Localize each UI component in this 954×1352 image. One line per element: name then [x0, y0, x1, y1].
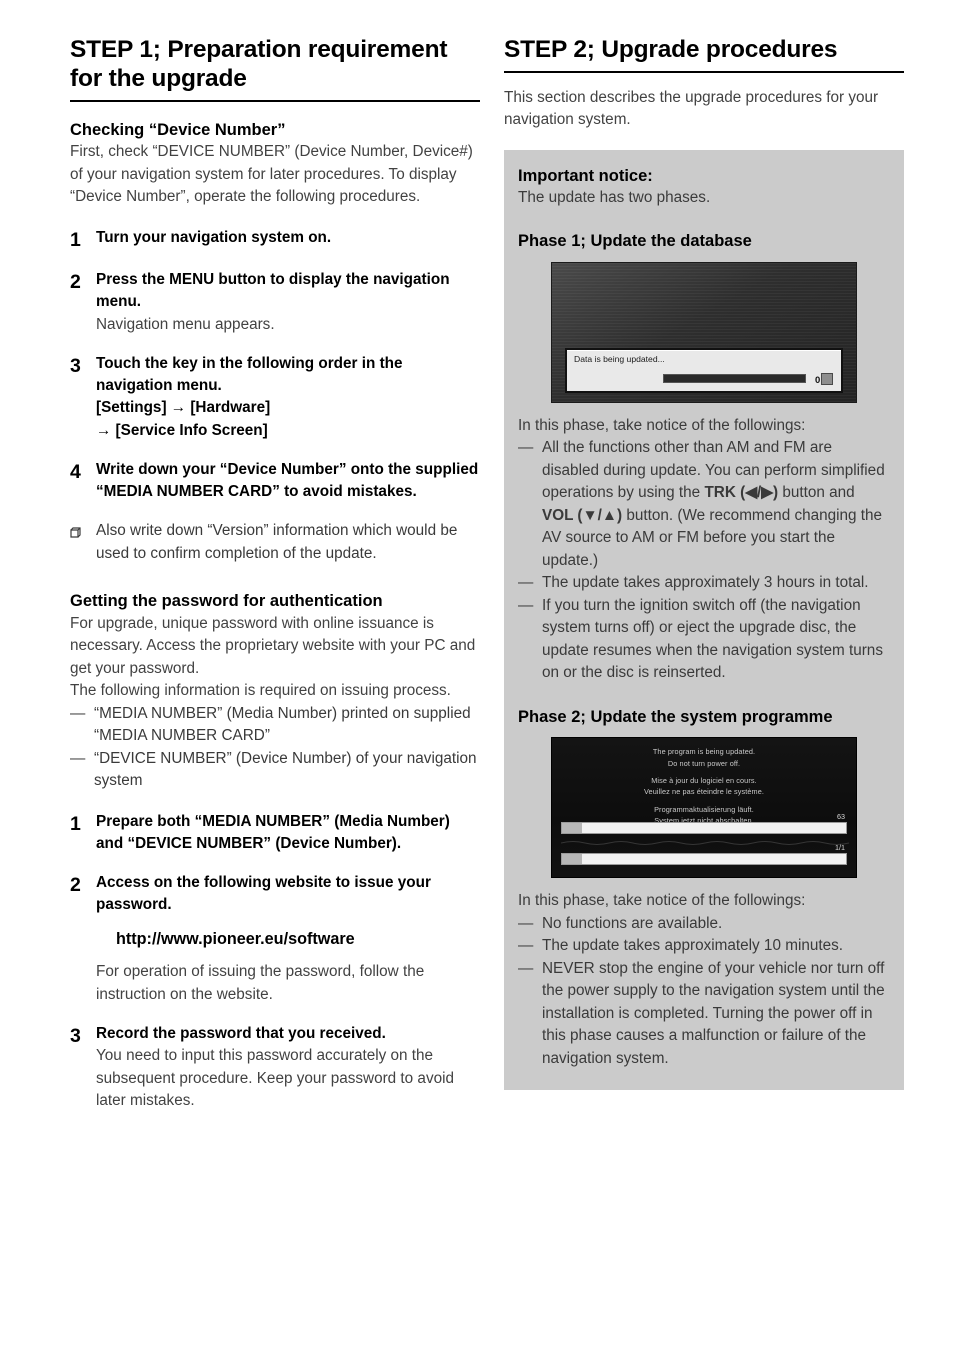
step-heading: Turn your navigation system on. — [96, 228, 332, 246]
left-column: STEP 1; Preparation requirement for the … — [70, 36, 480, 1352]
list-item: 4 Write down your “Device Number” onto t… — [70, 459, 480, 503]
update-dialog: Data is being updated... 0 % — [565, 347, 843, 393]
document-page: STEP 1; Preparation requirement for the … — [0, 0, 954, 1352]
phase1-heading: Phase 1; Update the database — [518, 232, 752, 251]
list-item-text: “DEVICE NUMBER” (Device Number) of your … — [94, 749, 477, 790]
trk-button-label: TRK (◀/▶) — [704, 484, 779, 502]
step2-title: STEP 2; Upgrade procedures — [504, 36, 838, 63]
list-item-text: If you turn the ignition switch off (the… — [542, 596, 883, 682]
step-heading: Press the MENU button to display the nav… — [96, 271, 450, 311]
device-number-steps: 1 Turn your navigation system on. 2 Pres… — [70, 227, 480, 565]
screen-line-en-2: Do not turn power off. — [667, 758, 741, 768]
checking-device-number-intro: First, check “DEVICE NUMBER” (Device Num… — [70, 143, 473, 206]
important-notice-lead: The update has two phases. — [518, 188, 711, 206]
list-item: 1 Prepare both “MEDIA NUMBER” (Media Num… — [70, 811, 480, 855]
checking-device-number-heading: Checking “Device Number” — [70, 120, 286, 139]
phase2-progress-bar-2 — [561, 853, 847, 866]
vol-button-label: VOL (▼/▲) — [542, 506, 623, 524]
list-item: 2 Press the MENU button to display the n… — [70, 269, 480, 336]
list-item: 3 Record the password that you received.… — [70, 1023, 480, 1113]
dash-mark: — — [518, 439, 534, 457]
pioneer-software-url[interactable]: http://www.pioneer.eu/software — [116, 930, 480, 949]
step-number: 1 — [70, 228, 81, 251]
required-info-list: — “MEDIA NUMBER” (Media Number) printed … — [70, 703, 480, 793]
screen-line-fr-2: Veuillez ne pas éteindre le système. — [643, 787, 764, 797]
important-notice-box: Important notice: The update has two pha… — [504, 149, 904, 1091]
list-item: — No functions are available. — [518, 913, 890, 935]
dash-mark: — — [70, 749, 86, 767]
dash-mark: — — [518, 914, 534, 932]
step-heading: Prepare both “MEDIA NUMBER” (Media Numbe… — [96, 812, 450, 852]
phase2-progress-label-2: 1/1 — [835, 843, 845, 853]
list-item: 3 Touch the key in the following order i… — [70, 353, 480, 442]
step-note: You need to input this password accurate… — [96, 1047, 455, 1110]
dash-mark: — — [518, 574, 534, 592]
step-number: 2 — [70, 873, 81, 896]
step-number: 1 — [70, 812, 81, 835]
dash-mark: — — [518, 937, 534, 955]
step-number: 2 — [70, 271, 81, 294]
list-item: — All the functions other than AM and FM… — [518, 437, 890, 572]
list-item-text: No functions are available. — [542, 914, 723, 932]
list-item-text: All the functions other than AM and FM a… — [542, 437, 890, 572]
list-item: — The update takes approximately 10 minu… — [518, 935, 890, 957]
list-item-text: The update takes approximately 10 minute… — [542, 937, 844, 955]
dash-mark: — — [518, 596, 534, 614]
square-bullet-icon — [70, 520, 96, 565]
phase1-lead: In this phase, take notice of the follow… — [518, 416, 806, 434]
phase2-progress-group-1: 63 — [561, 812, 847, 835]
update-dialog-message: Data is being updated... — [574, 353, 665, 364]
list-item: 1 Turn your navigation system on. — [70, 227, 480, 252]
list-item: 2 Access on the following website to iss… — [70, 872, 480, 1006]
phase1-notes-list: — All the functions other than AM and FM… — [518, 437, 890, 684]
screen-line-en-1: The program is being updated. — [652, 747, 756, 757]
step-heading: Write down your “Device Number” onto the… — [96, 460, 479, 500]
right-column: STEP 2; Upgrade procedures This section … — [504, 36, 904, 1352]
dash-mark: — — [70, 704, 86, 722]
dash-mark: — — [518, 959, 534, 977]
update-progress-bar — [663, 373, 806, 383]
step-heading: Access on the following website to issue… — [96, 873, 431, 914]
step-number: 3 — [70, 355, 81, 378]
note-text-mid: button and — [778, 484, 855, 502]
square-note-text: Also write down “Version” information wh… — [96, 522, 458, 562]
phase2-lead: In this phase, take notice of the follow… — [518, 892, 806, 910]
progress-fill — [562, 823, 582, 834]
list-item-text: “MEDIA NUMBER” (Media Number) printed on… — [94, 704, 471, 745]
step-heading: Record the password that you received. — [96, 1025, 386, 1043]
step2-intro: This section describes the upgrade proce… — [504, 88, 879, 129]
list-item-text: NEVER stop the engine of your vehicle no… — [542, 959, 885, 1067]
phase2-screenshot: The program is being updated. Do not tur… — [551, 737, 857, 879]
step1-rule — [70, 99, 480, 102]
step2-rule — [504, 70, 904, 73]
phase2-heading: Phase 2; Update the system programme — [518, 707, 833, 726]
phase2-notes-list: — No functions are available. — The upda… — [518, 913, 890, 1070]
list-item: — “MEDIA NUMBER” (Media Number) printed … — [70, 703, 480, 748]
list-item: — NEVER stop the engine of your vehicle … — [518, 958, 890, 1070]
phase2-progress-group-2: 1/1 — [561, 843, 847, 866]
phase2-progress-label-1: 63 — [837, 812, 845, 822]
getting-password-intro: For upgrade, unique password with online… — [70, 614, 476, 700]
list-item: — The update takes approximately 3 hours… — [518, 572, 890, 594]
step-number: 3 — [70, 1025, 81, 1048]
password-steps: 1 Prepare both “MEDIA NUMBER” (Media Num… — [70, 811, 480, 1113]
important-notice-heading: Important notice: — [518, 166, 653, 185]
progress-fill — [562, 854, 582, 865]
step-note: For operation of issuing the password, f… — [96, 963, 425, 1003]
list-item: — If you turn the ignition switch off (t… — [518, 595, 890, 685]
step1-title: STEP 1; Preparation requirement for the … — [70, 36, 448, 92]
step-note: Navigation menu appears. — [96, 315, 275, 333]
phase1-screenshot: Data is being updated... 0 % — [551, 261, 857, 403]
screen-line-fr-1: Mise à jour du logiciel en cours. — [651, 776, 757, 786]
square-bullet-note: Also write down “Version” information wh… — [70, 520, 480, 565]
getting-password-heading: Getting the password for authentication — [70, 592, 383, 611]
step-number: 4 — [70, 460, 81, 483]
list-item-text: The update takes approximately 3 hours i… — [542, 574, 869, 592]
list-item: — “DEVICE NUMBER” (Device Number) of you… — [70, 748, 480, 793]
dialog-corner-icon — [821, 372, 833, 385]
phase2-progress-bar-1 — [561, 822, 847, 835]
step-heading: Touch the key in the following order in … — [96, 355, 403, 439]
